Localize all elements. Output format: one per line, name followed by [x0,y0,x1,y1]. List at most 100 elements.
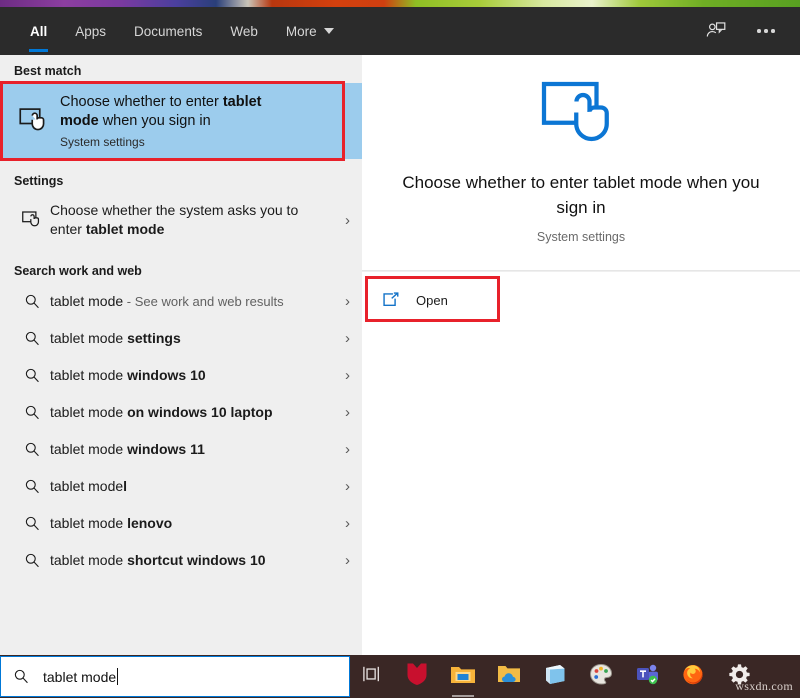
search-icon [14,330,50,347]
preview-actions-area: Open [362,272,800,655]
chevron-right-icon: › [328,478,350,495]
search-icon [13,668,39,685]
microsoft-teams-button[interactable] [624,655,670,698]
chevron-right-icon: › [328,552,350,569]
list-item-label: tablet mode - See work and web results [50,292,328,311]
tab-web-label: Web [230,24,258,39]
search-icon [14,293,50,310]
onedrive-folder-icon [497,663,521,690]
list-item-label: tablet mode on windows 10 laptop [50,403,328,422]
search-icon [14,515,50,532]
tab-more-label: More [286,24,317,39]
chevron-right-icon: › [328,515,350,532]
search-input-value: tablet mode [43,669,116,685]
best-match-header: Best match [0,55,362,83]
settings-header: Settings [0,159,362,193]
search-icon [14,404,50,421]
tab-all[interactable]: All [16,7,61,55]
task-view-button[interactable] [350,655,394,698]
web-search-header: Search work and web [0,247,362,283]
open-button[interactable]: Open [372,283,506,317]
list-item-label: tablet mode settings [50,329,328,348]
search-icon [14,367,50,384]
task-view-icon [362,665,382,688]
onedrive-folder-button[interactable] [486,655,532,698]
best-match-section: Choose whether to enter tablet mode when… [0,83,362,159]
mcafee-shield-icon [406,662,428,691]
settings-result-item[interactable]: Choose whether the system asks you to en… [0,193,362,247]
list-item[interactable]: tablet mode - See work and web results › [0,283,362,320]
tab-documents[interactable]: Documents [120,7,216,55]
search-flyout-panel: All Apps Documents Web More [0,7,800,655]
search-icon [14,552,50,569]
tab-apps[interactable]: Apps [61,7,120,55]
feedback-button[interactable] [696,11,736,51]
file-explorer-button[interactable] [440,655,486,698]
preview-column: Choose whether to enter tablet mode when… [362,55,800,655]
file-explorer-icon [450,663,476,690]
preview-title: Choose whether to enter tablet mode when… [396,170,766,220]
taskbar-buttons [350,655,762,698]
list-item[interactable]: tablet mode windows 10 › [0,357,362,394]
search-nav-bar: All Apps Documents Web More [0,7,800,55]
list-item[interactable]: tablet mode windows 11 › [0,431,362,468]
mcafee-button[interactable] [394,655,440,698]
microsoft-store-button[interactable] [532,655,578,698]
nav-right-actions [696,7,800,55]
chevron-right-icon: › [328,293,350,310]
list-item[interactable]: tablet mode shortcut windows 10 › [0,542,362,579]
firefox-button[interactable] [670,655,716,698]
ellipsis-icon [757,29,775,33]
tablet-mode-icon [14,211,50,229]
web-suggestions-list: tablet mode - See work and web results ›… [0,283,362,579]
tab-apps-label: Apps [75,24,106,39]
chevron-right-icon: › [328,404,350,421]
results-list-column: Best match Choose whether to enter table… [0,55,362,655]
list-item-label: tablet mode windows 10 [50,366,328,385]
chevron-right-icon: › [328,441,350,458]
desktop-wallpaper-strip [0,0,800,7]
more-options-button[interactable] [746,11,786,51]
list-item[interactable]: tablet mode lenovo › [0,505,362,542]
list-item-label: tablet model [50,477,328,496]
tab-all-label: All [30,24,47,39]
list-item-label: tablet mode shortcut windows 10 [50,551,328,570]
tablet-mode-icon [541,81,621,156]
list-item[interactable]: tablet model › [0,468,362,505]
search-icon [14,441,50,458]
search-results-body: Best match Choose whether to enter table… [0,55,800,655]
tab-web[interactable]: Web [216,7,272,55]
chevron-down-icon [324,28,334,34]
chevron-right-icon: › [328,367,350,384]
list-item-label: tablet mode windows 11 [50,440,328,459]
firefox-icon [681,662,705,691]
settings-result-label: Choose whether the system asks you to en… [50,201,328,239]
list-item[interactable]: tablet mode on windows 10 laptop › [0,394,362,431]
search-tabs: All Apps Documents Web More [16,7,348,55]
microsoft-store-icon [543,663,567,690]
open-external-icon [382,292,410,308]
search-icon [14,478,50,495]
taskbar-search-box[interactable]: tablet mode [0,656,350,697]
windows-search-screen: All Apps Documents Web More [0,0,800,698]
open-button-label: Open [416,293,448,308]
paint-button[interactable] [578,655,624,698]
preview-card: Choose whether to enter tablet mode when… [362,55,800,271]
text-cursor [117,668,118,685]
watermark: wsxdn.com [735,679,793,694]
tab-documents-label: Documents [134,24,202,39]
best-match-text: Choose whether to enter tablet mode when… [60,93,300,149]
paint-palette-icon [589,663,613,690]
tab-more[interactable]: More [272,7,348,55]
list-item-label: tablet mode lenovo [50,514,328,533]
tablet-mode-icon [14,108,54,134]
search-input[interactable]: tablet mode [43,668,118,685]
teams-icon [635,663,659,690]
chevron-right-icon: › [328,212,350,229]
list-item[interactable]: tablet mode settings › [0,320,362,357]
taskbar: tablet mode [0,655,800,698]
best-match-subtitle: System settings [60,135,300,149]
chevron-right-icon: › [328,330,350,347]
best-match-item[interactable]: Choose whether to enter tablet mode when… [0,83,362,159]
best-match-title: Choose whether to enter tablet mode when… [60,93,300,131]
